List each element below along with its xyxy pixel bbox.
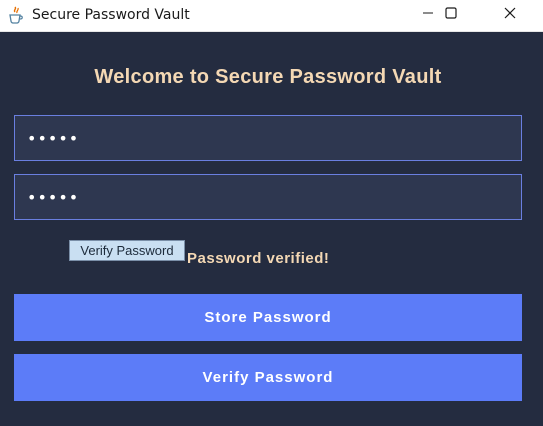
app-window: Secure Password Vault Welcome to Secure … xyxy=(0,0,543,426)
confirm-password-field[interactable] xyxy=(14,174,522,220)
java-cup-icon xyxy=(8,6,24,24)
status-message: Password verified! xyxy=(187,250,330,267)
verify-password-small-button[interactable]: Verify Password xyxy=(69,240,185,261)
password-field[interactable] xyxy=(14,115,522,161)
verify-password-button[interactable]: Verify Password xyxy=(14,354,522,401)
store-password-button[interactable]: Store Password xyxy=(14,294,522,341)
window-title: Secure Password Vault xyxy=(32,7,190,23)
close-icon xyxy=(504,6,516,24)
maximize-icon xyxy=(445,6,457,24)
close-button[interactable] xyxy=(487,0,533,30)
maximize-button[interactable] xyxy=(428,0,474,30)
page-title: Welcome to Secure Password Vault xyxy=(94,66,442,88)
main-panel: Welcome to Secure Password Vault Verify … xyxy=(0,33,543,426)
title-bar: Secure Password Vault xyxy=(0,0,543,32)
